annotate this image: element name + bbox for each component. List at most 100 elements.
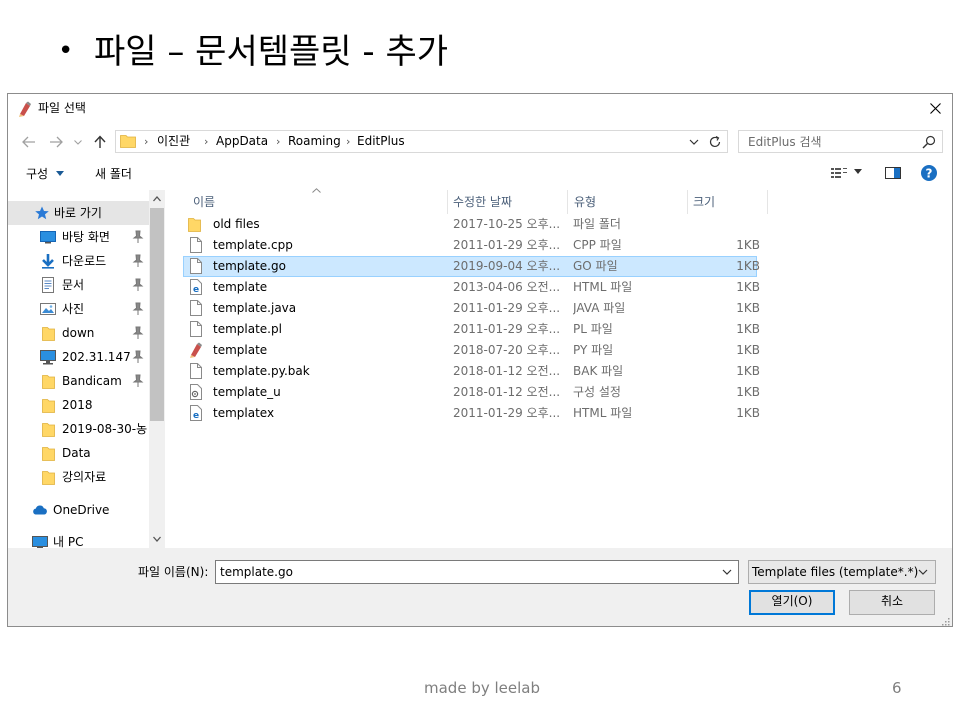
scroll-down-icon[interactable] xyxy=(152,534,162,544)
search-box[interactable] xyxy=(738,130,943,153)
column-header-date[interactable]: 수정한 날짜 xyxy=(453,190,512,214)
file-date: 2018-01-12 오전... xyxy=(453,385,561,399)
column-divider[interactable] xyxy=(447,190,448,214)
crumb-roaming[interactable]: Roaming xyxy=(288,134,341,149)
column-header-size[interactable]: 크기 xyxy=(693,190,715,214)
nav-item-documents[interactable]: 문서 xyxy=(8,273,149,297)
nav-item-quick-access[interactable]: 바로 가기 xyxy=(8,201,149,225)
column-header-name[interactable]: 이름 xyxy=(193,190,215,214)
nav-item-this-pc[interactable]: 내 PC xyxy=(8,530,149,548)
file-type: HTML 파일 xyxy=(573,280,633,294)
address-row: › 이진관 › AppData › Roaming › EditPlus xyxy=(8,128,952,156)
nav-scroll-thumb[interactable] xyxy=(150,208,164,421)
nav-scrollbar[interactable] xyxy=(149,190,165,548)
nav-item-2019-08-30[interactable]: 2019-08-30-농 xyxy=(8,417,149,441)
filetype-select[interactable]: Template files (template*.*) xyxy=(748,560,936,584)
title-bullet: • xyxy=(58,36,74,66)
address-history-dropdown-icon[interactable] xyxy=(687,135,701,149)
dialog-titlebar[interactable]: 파일 선택 xyxy=(8,94,952,124)
file-row[interactable]: template.py.bak 2018-01-12 오전... BAK 파일 1KB xyxy=(183,361,760,382)
nav-item-bandicam[interactable]: Bandicam xyxy=(8,369,149,393)
sort-ascending-icon xyxy=(312,188,321,193)
nav-item-onedrive[interactable]: OneDrive xyxy=(8,498,149,522)
view-dropdown-icon[interactable] xyxy=(854,169,862,174)
command-toolbar: 구성 새 폴더 ? xyxy=(8,160,952,188)
nav-item-label: 문서 xyxy=(62,278,85,292)
column-divider[interactable] xyxy=(687,190,688,214)
back-button[interactable] xyxy=(20,132,38,152)
chevron-down-icon xyxy=(74,139,82,145)
file-row-selected[interactable]: template.go 2019-09-04 오후... GO 파일 1KB xyxy=(183,256,760,277)
new-folder-button[interactable]: 새 폴더 xyxy=(95,166,132,182)
column-header-type[interactable]: 유형 xyxy=(574,190,596,214)
file-size: 1KB xyxy=(736,322,760,336)
file-list: 이름 수정한 날짜 유형 크기 old files 2017-10-25 오후..… xyxy=(165,188,952,548)
search-icon[interactable] xyxy=(922,135,936,149)
crumb-separator: › xyxy=(346,135,351,148)
file-type: PY 파일 xyxy=(573,343,614,357)
file-row[interactable]: template.java 2011-01-29 오후... JAVA 파일 1KB xyxy=(183,298,760,319)
column-divider[interactable] xyxy=(567,190,568,214)
close-button[interactable] xyxy=(918,94,952,122)
nav-item-down[interactable]: down xyxy=(8,321,149,345)
column-divider[interactable] xyxy=(767,190,768,214)
forward-button[interactable] xyxy=(47,132,65,152)
scroll-up-icon[interactable] xyxy=(152,194,162,204)
nav-item-lecture-materials[interactable]: 강의자료 xyxy=(8,465,149,489)
nav-item-label: 강의자료 xyxy=(62,470,107,484)
preview-pane-icon[interactable] xyxy=(884,165,902,181)
file-type: BAK 파일 xyxy=(573,364,624,378)
filename-input[interactable] xyxy=(216,561,716,583)
organize-button[interactable]: 구성 xyxy=(26,166,64,182)
nav-item-data[interactable]: Data xyxy=(8,441,149,465)
view-options-icon[interactable] xyxy=(830,165,848,181)
address-bar[interactable]: › 이진관 › AppData › Roaming › EditPlus xyxy=(115,130,728,153)
file-row[interactable]: template.cpp 2011-01-29 오후... CPP 파일 1KB xyxy=(183,235,760,256)
refresh-icon[interactable] xyxy=(707,134,723,150)
file-row[interactable]: template.pl 2011-01-29 오후... PL 파일 1KB xyxy=(183,319,760,340)
pin-icon[interactable] xyxy=(132,302,144,316)
cancel-button[interactable]: 취소 xyxy=(849,590,935,615)
recent-locations-button[interactable] xyxy=(73,132,83,152)
chevron-down-icon[interactable] xyxy=(721,566,733,578)
help-icon[interactable]: ? xyxy=(920,164,938,182)
file-date: 2013-04-06 오전... xyxy=(453,280,561,294)
download-icon xyxy=(42,254,54,269)
search-input[interactable] xyxy=(739,131,919,152)
filename-combobox[interactable] xyxy=(215,560,739,584)
open-button[interactable]: 열기(O) xyxy=(749,590,835,615)
pin-icon[interactable] xyxy=(132,278,144,292)
crumb-editplus[interactable]: EditPlus xyxy=(357,134,405,149)
pin-icon[interactable] xyxy=(132,230,144,244)
nav-item-label: 다운로드 xyxy=(62,254,107,268)
file-row[interactable]: template 2018-07-20 오후... PY 파일 1KB xyxy=(183,340,760,361)
pin-icon[interactable] xyxy=(132,326,144,340)
nav-item-network-pc[interactable]: 202.31.147.2 xyxy=(8,345,149,369)
nav-item-desktop[interactable]: 바탕 화면 xyxy=(8,225,149,249)
resize-grip-icon[interactable] xyxy=(940,616,950,626)
chevron-down-icon xyxy=(55,171,64,176)
arrow-right-icon xyxy=(50,136,63,148)
crumb-user[interactable]: 이진관 xyxy=(157,134,190,149)
folder-icon xyxy=(42,375,55,389)
nav-item-downloads[interactable]: 다운로드 xyxy=(8,249,149,273)
pin-icon[interactable] xyxy=(132,350,144,364)
file-row[interactable]: e templatex 2011-01-29 오후... HTML 파일 1KB xyxy=(183,403,760,424)
crumb-appdata[interactable]: AppData xyxy=(216,134,268,149)
folder-icon xyxy=(42,327,55,341)
up-button[interactable] xyxy=(91,132,109,152)
folder-icon xyxy=(42,423,55,437)
file-type: 구성 설정 xyxy=(573,385,621,399)
slide-footer: made by leelab xyxy=(424,679,540,697)
file-name: template xyxy=(213,280,268,294)
file-size: 1KB xyxy=(736,301,760,315)
file-row[interactable]: e template 2013-04-06 오전... HTML 파일 1KB xyxy=(183,277,760,298)
file-date: 2011-01-29 오후... xyxy=(453,301,561,315)
nav-item-pictures[interactable]: 사진 xyxy=(8,297,149,321)
file-row[interactable]: old files 2017-10-25 오후... 파일 폴더 xyxy=(183,214,757,235)
file-date: 2017-10-25 오후... xyxy=(453,217,561,231)
file-row[interactable]: template_u 2018-01-12 오전... 구성 설정 1KB xyxy=(183,382,760,403)
pin-icon[interactable] xyxy=(132,254,144,268)
nav-item-2018[interactable]: 2018 xyxy=(8,393,149,417)
pin-icon[interactable] xyxy=(132,374,144,388)
